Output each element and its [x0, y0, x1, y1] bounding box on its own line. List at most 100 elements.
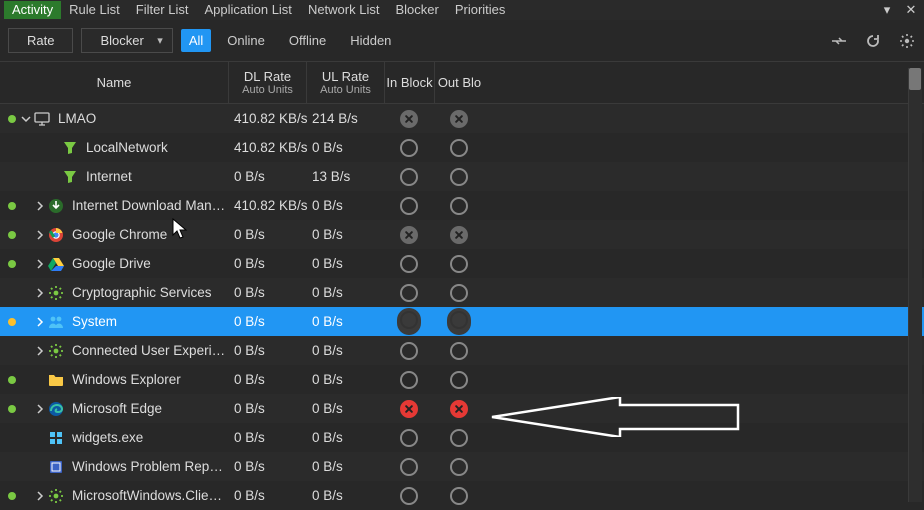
scrollbar-thumb[interactable]: [909, 68, 921, 90]
in-block[interactable]: [384, 342, 434, 360]
out-block[interactable]: [434, 139, 484, 157]
col-header-out-block[interactable]: Out Blo: [434, 62, 484, 103]
out-block[interactable]: [434, 458, 484, 476]
table-row[interactable]: Internet0 B/s13 B/s: [0, 162, 924, 191]
block-toggle-off-icon[interactable]: [450, 458, 468, 476]
in-block[interactable]: [384, 110, 434, 128]
out-block[interactable]: [434, 197, 484, 215]
block-toggle-off-icon[interactable]: [400, 139, 418, 157]
block-toggle-off-icon[interactable]: [400, 429, 418, 447]
table-row[interactable]: LMAO410.82 KB/s214 B/s: [0, 104, 924, 133]
block-toggle-off-icon[interactable]: [450, 168, 468, 186]
block-toggle-off-icon[interactable]: [450, 139, 468, 157]
refresh-icon[interactable]: [864, 32, 882, 50]
block-toggle-off-icon[interactable]: [450, 311, 468, 329]
block-toggle-off-icon[interactable]: [450, 197, 468, 215]
repeat-icon[interactable]: [830, 32, 848, 50]
block-toggle-off-icon[interactable]: [400, 255, 418, 273]
out-block[interactable]: [434, 308, 484, 335]
block-toggle-off-icon[interactable]: [450, 371, 468, 389]
in-block[interactable]: [384, 168, 434, 186]
in-block[interactable]: [384, 371, 434, 389]
tab-application-list[interactable]: Application List: [196, 1, 299, 19]
table-row[interactable]: widgets.exe0 B/s0 B/s: [0, 423, 924, 452]
blocker-dropdown[interactable]: Blocker: [81, 28, 172, 53]
block-toggle-on-icon[interactable]: [400, 110, 418, 128]
table-row[interactable]: Cryptographic Services0 B/s0 B/s: [0, 278, 924, 307]
tab-activity[interactable]: Activity: [4, 1, 61, 19]
expand-toggle[interactable]: [34, 288, 46, 298]
tab-network-list[interactable]: Network List: [300, 1, 388, 19]
table-row[interactable]: Connected User Experiences a0 B/s0 B/s: [0, 336, 924, 365]
in-block[interactable]: [384, 308, 434, 335]
expand-toggle[interactable]: [34, 491, 46, 501]
col-header-in-block[interactable]: In Block: [384, 62, 434, 103]
block-toggle-on-icon[interactable]: [400, 226, 418, 244]
in-block[interactable]: [384, 139, 434, 157]
out-block[interactable]: [434, 110, 484, 128]
block-toggle-blocked-icon[interactable]: [400, 400, 418, 418]
table-row[interactable]: Windows Problem Reporting0 B/s0 B/s: [0, 452, 924, 481]
out-block[interactable]: [434, 342, 484, 360]
expand-toggle[interactable]: [34, 346, 46, 356]
out-block[interactable]: [434, 284, 484, 302]
expand-toggle[interactable]: [34, 317, 46, 327]
out-block[interactable]: [434, 429, 484, 447]
out-block[interactable]: [434, 400, 484, 418]
out-block[interactable]: [434, 487, 484, 505]
block-toggle-off-icon[interactable]: [400, 311, 418, 329]
table-row[interactable]: System0 B/s0 B/s: [0, 307, 924, 336]
block-toggle-off-icon[interactable]: [450, 284, 468, 302]
expand-toggle[interactable]: [34, 201, 46, 211]
window-menu-icon[interactable]: ▾: [878, 2, 896, 18]
tab-priorities[interactable]: Priorities: [447, 1, 514, 19]
out-block[interactable]: [434, 168, 484, 186]
out-block[interactable]: [434, 226, 484, 244]
block-toggle-off-icon[interactable]: [450, 342, 468, 360]
col-header-dl-rate[interactable]: DL Rate Auto Units: [228, 62, 306, 103]
table-row[interactable]: LocalNetwork410.82 KB/s0 B/s: [0, 133, 924, 162]
in-block[interactable]: [384, 487, 434, 505]
expand-toggle[interactable]: [34, 230, 46, 240]
block-toggle-off-icon[interactable]: [450, 487, 468, 505]
table-row[interactable]: Google Chrome0 B/s0 B/s: [0, 220, 924, 249]
filter-online[interactable]: Online: [219, 29, 273, 52]
rate-button[interactable]: Rate: [8, 28, 73, 53]
tab-blocker[interactable]: Blocker: [387, 1, 446, 19]
col-header-ul-rate[interactable]: UL Rate Auto Units: [306, 62, 384, 103]
filter-offline[interactable]: Offline: [281, 29, 334, 52]
filter-all[interactable]: All: [181, 29, 211, 52]
scrollbar-track[interactable]: [908, 68, 922, 502]
tab-rule-list[interactable]: Rule List: [61, 1, 128, 19]
tab-filter-list[interactable]: Filter List: [128, 1, 197, 19]
in-block[interactable]: [384, 284, 434, 302]
block-toggle-off-icon[interactable]: [450, 429, 468, 447]
block-toggle-on-icon[interactable]: [450, 226, 468, 244]
in-block[interactable]: [384, 197, 434, 215]
block-toggle-off-icon[interactable]: [400, 342, 418, 360]
in-block[interactable]: [384, 400, 434, 418]
in-block[interactable]: [384, 226, 434, 244]
block-toggle-blocked-icon[interactable]: [450, 400, 468, 418]
in-block[interactable]: [384, 458, 434, 476]
block-toggle-off-icon[interactable]: [450, 255, 468, 273]
table-row[interactable]: Windows Explorer0 B/s0 B/s: [0, 365, 924, 394]
out-block[interactable]: [434, 371, 484, 389]
window-close-icon[interactable]: ✕: [902, 2, 920, 18]
block-toggle-off-icon[interactable]: [400, 284, 418, 302]
expand-toggle[interactable]: [34, 259, 46, 269]
in-block[interactable]: [384, 429, 434, 447]
out-block[interactable]: [434, 255, 484, 273]
block-toggle-off-icon[interactable]: [400, 487, 418, 505]
in-block[interactable]: [384, 255, 434, 273]
table-row[interactable]: Internet Download Manager (410.82 KB/s0 …: [0, 191, 924, 220]
block-toggle-off-icon[interactable]: [400, 168, 418, 186]
col-header-name[interactable]: Name: [0, 75, 228, 90]
filter-hidden[interactable]: Hidden: [342, 29, 399, 52]
settings-icon[interactable]: [898, 32, 916, 50]
block-toggle-on-icon[interactable]: [450, 110, 468, 128]
block-toggle-off-icon[interactable]: [400, 197, 418, 215]
table-row[interactable]: Microsoft Edge0 B/s0 B/s: [0, 394, 924, 423]
expand-toggle[interactable]: [34, 404, 46, 414]
block-toggle-off-icon[interactable]: [400, 458, 418, 476]
